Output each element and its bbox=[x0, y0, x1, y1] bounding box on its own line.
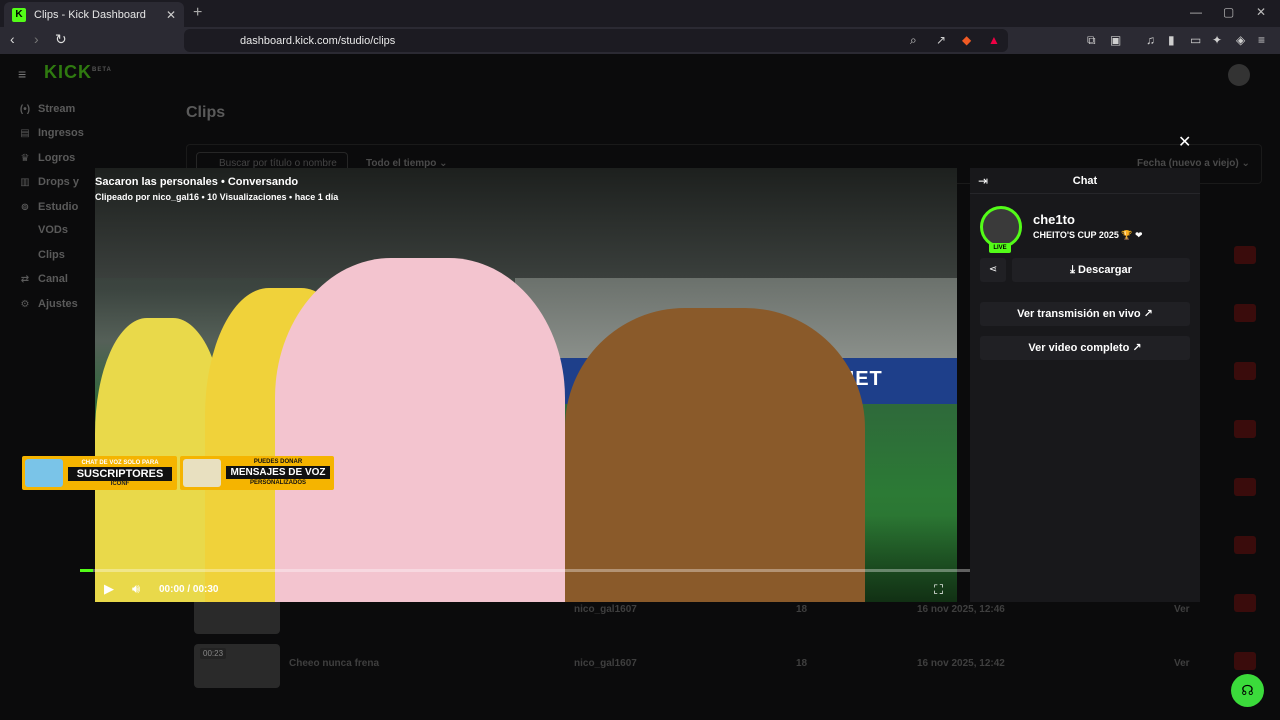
leo-icon[interactable]: ✦ bbox=[1212, 33, 1222, 47]
chat-title: Chat bbox=[1072, 175, 1098, 187]
share-page-icon[interactable]: ↗ bbox=[936, 33, 946, 47]
external-link-icon: ↗ bbox=[1132, 342, 1142, 354]
zoom-icon[interactable]: ⌕ bbox=[910, 33, 917, 48]
live-badge: LIVE bbox=[989, 243, 1011, 253]
share-button[interactable]: ⋖ bbox=[980, 258, 1006, 282]
browser-tabbar: K Clips - Kick Dashboard ✕ + — ▢ ✕ bbox=[0, 0, 1280, 27]
screenshot-icon[interactable]: ▣ bbox=[1110, 33, 1121, 47]
forward-icon[interactable]: › bbox=[34, 31, 39, 47]
sidebar-toggle-icon[interactable]: ▮ bbox=[1168, 33, 1175, 47]
share-icon: ⋖ bbox=[988, 264, 998, 275]
address-bar[interactable]: dashboard.kick.com/studio/clips bbox=[184, 29, 1008, 52]
volume-icon[interactable]: 🔊︎ bbox=[132, 581, 140, 597]
help-chat-button[interactable]: ☊ bbox=[1231, 674, 1264, 707]
music-icon[interactable]: ♫ bbox=[1146, 33, 1155, 47]
clip-title-overlay: Sacaron las personales • Conversando bbox=[95, 176, 299, 188]
promo-suscriptores: CHAT DE VOZ SOLO PARA SUSCRIPTORES ICONF bbox=[22, 456, 177, 490]
play-icon[interactable]: ▶ bbox=[104, 581, 114, 597]
stream-promo-banner: CHAT DE VOZ SOLO PARA SUSCRIPTORES ICONF… bbox=[22, 456, 334, 490]
tab-title: Clips - Kick Dashboard bbox=[34, 8, 146, 21]
channel-name[interactable]: che1to bbox=[1033, 212, 1075, 227]
wallet-icon[interactable]: ▭ bbox=[1190, 33, 1201, 47]
video-scene-person bbox=[275, 258, 565, 602]
clip-side-panel: ⇥ Chat LIVE che1to CHEITO'S CUP 2025 🏆 ❤… bbox=[970, 168, 1200, 602]
video-player[interactable]: TELECOMNET bbox=[95, 168, 957, 602]
reload-icon[interactable]: ↻ bbox=[55, 31, 67, 48]
headset-icon: ☊ bbox=[1241, 682, 1254, 698]
promo-face-icon bbox=[183, 459, 221, 487]
back-icon[interactable]: ‹ bbox=[10, 31, 15, 47]
browser-toolbar: ‹ › ↻ ☐ dashboard.kick.com/studio/clips … bbox=[0, 27, 1280, 54]
promo-mensajes-voz: PUEDES DONAR MENSAJES DE VOZ PERSONALIZA… bbox=[180, 456, 334, 490]
external-link-icon: ↗ bbox=[1143, 308, 1153, 320]
download-icon: ⤓ bbox=[1070, 264, 1079, 276]
rewards-icon[interactable]: ▲ bbox=[988, 33, 1000, 47]
vpn-icon[interactable]: ◈ bbox=[1236, 33, 1245, 47]
minimize-icon[interactable]: — bbox=[1190, 5, 1202, 19]
new-tab-icon[interactable]: + bbox=[193, 4, 202, 22]
browser-tab[interactable]: K Clips - Kick Dashboard ✕ bbox=[4, 2, 184, 27]
channel-avatar[interactable] bbox=[980, 206, 1022, 248]
video-progress-fill bbox=[80, 569, 94, 572]
channel-stream-title: CHEITO'S CUP 2025 🏆 ❤ bbox=[1033, 230, 1143, 240]
menu-icon[interactable]: ≡ bbox=[1258, 33, 1265, 47]
restore-icon[interactable]: ▢ bbox=[1223, 5, 1234, 19]
window-close-icon[interactable]: ✕ bbox=[1256, 5, 1266, 19]
modal-close-icon[interactable]: ✕ bbox=[1178, 132, 1191, 152]
tab-close-icon[interactable]: ✕ bbox=[166, 8, 176, 22]
chat-header: ⇥ Chat bbox=[970, 168, 1200, 194]
watch-live-button[interactable]: Ver transmisión en vivo ↗ bbox=[980, 302, 1190, 326]
download-button[interactable]: ⤓ Descargar bbox=[1012, 258, 1190, 282]
clip-meta-overlay: Clipeado por nico_gal16 • 10 Visualizaci… bbox=[95, 192, 339, 202]
video-time: 00:00 / 00:30 bbox=[159, 584, 219, 595]
dashboard-page: ≡ KICKBETA (•) Stream ▤ Ingresos ♛ Logros ▥… bbox=[0, 54, 1280, 720]
watch-full-video-button[interactable]: Ver video completo ↗ bbox=[980, 336, 1190, 360]
promo-face-icon bbox=[25, 459, 63, 487]
extensions-icon[interactable]: ⧉ bbox=[1087, 33, 1096, 48]
fullscreen-icon[interactable]: ⛶ bbox=[934, 582, 943, 598]
kick-favicon-icon: K bbox=[12, 7, 26, 22]
video-progress-bar[interactable] bbox=[80, 569, 970, 572]
video-scene-person bbox=[565, 308, 865, 602]
shield-brave-icon[interactable]: ◆ bbox=[962, 33, 971, 47]
url-text: dashboard.kick.com/studio/clips bbox=[240, 34, 396, 47]
